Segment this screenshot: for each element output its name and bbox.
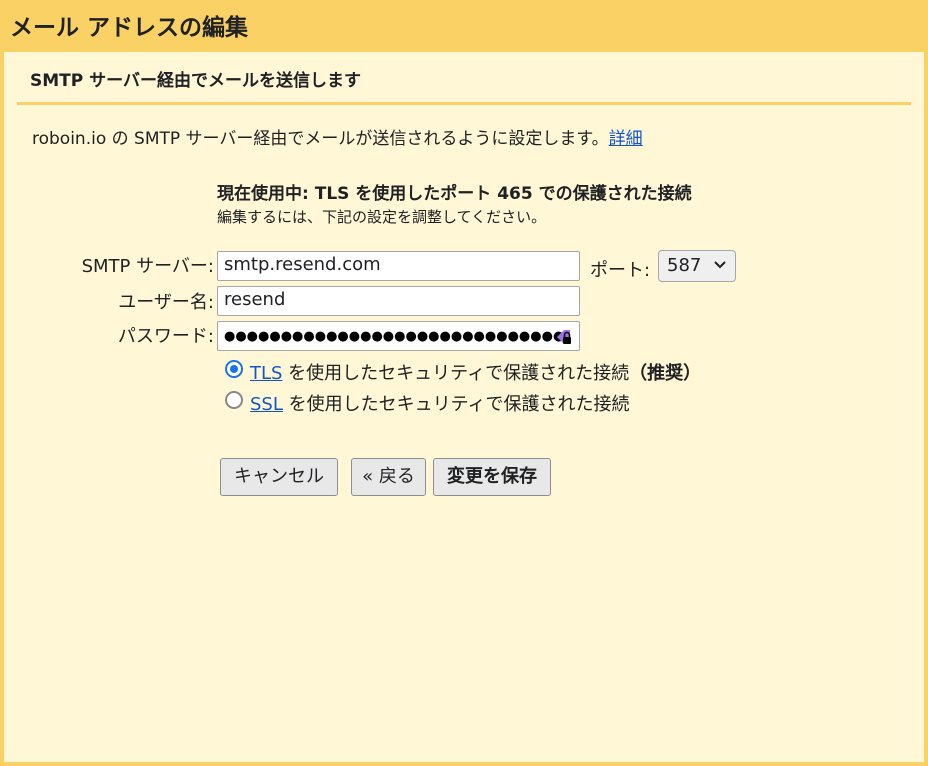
window-title: メール アドレスの編集 <box>10 15 249 41</box>
ssl-text: を使用したセキュリティで保護された接続 <box>282 394 630 415</box>
section-divider <box>17 102 911 105</box>
smtp-server-label: SMTP サーバー: <box>81 256 214 277</box>
tls-text: を使用したセキュリティで保護された接続 <box>282 363 630 384</box>
learn-more-link[interactable]: 詳細 <box>609 129 643 149</box>
ssl-radio[interactable] <box>225 391 243 409</box>
tls-radio[interactable] <box>225 360 243 378</box>
save-changes-button[interactable]: 変更を保存 <box>433 458 551 496</box>
password-mask: ●●●●●●●●●●●●●●●●●●●●●●●●●●●●●● <box>224 329 565 344</box>
window-titlebar: メール アドレスの編集 <box>0 0 928 52</box>
chevron-down-icon <box>714 261 726 269</box>
edit-hint: 編集するには、下記の設定を調整してください。 <box>217 208 547 226</box>
tls-link[interactable]: TLS <box>250 363 282 384</box>
password-input[interactable]: ●●●●●●●●●●●●●●●●●●●●●●●●●●●●●● <box>217 321 580 351</box>
current-connection-status: 現在使用中: TLS を使用したポート 465 での保護された接続 <box>217 184 692 204</box>
section-title: SMTP サーバー経由でメールを送信します <box>30 71 361 91</box>
password-manager-key-icon[interactable] <box>555 327 573 345</box>
tls-recommended: （推奨） <box>629 363 702 384</box>
ssl-option-label: SSL を使用したセキュリティで保護された接続 <box>250 390 630 416</box>
description: roboin.io の SMTP サーバー経由でメールが送信されるように設定しま… <box>32 124 643 149</box>
cancel-button[interactable]: キャンセル <box>220 458 338 496</box>
ssl-link[interactable]: SSL <box>250 394 283 415</box>
password-label: パスワード: <box>117 326 214 347</box>
smtp-server-input[interactable]: smtp.resend.com <box>217 251 580 281</box>
back-button[interactable]: « 戻る <box>351 458 426 496</box>
settings-panel: SMTP サーバー経由でメールを送信します roboin.io の SMTP サ… <box>4 52 924 762</box>
tls-option-label: TLS を使用したセキュリティで保護された接続（推奨） <box>250 359 701 385</box>
port-select[interactable]: 587 <box>658 250 736 282</box>
port-label: ポート: <box>590 260 651 281</box>
username-label: ユーザー名: <box>118 292 214 313</box>
port-select-value: 587 <box>667 255 702 276</box>
username-input[interactable]: resend <box>217 286 580 316</box>
description-text: roboin.io の SMTP サーバー経由でメールが送信されるように設定しま… <box>32 129 609 149</box>
